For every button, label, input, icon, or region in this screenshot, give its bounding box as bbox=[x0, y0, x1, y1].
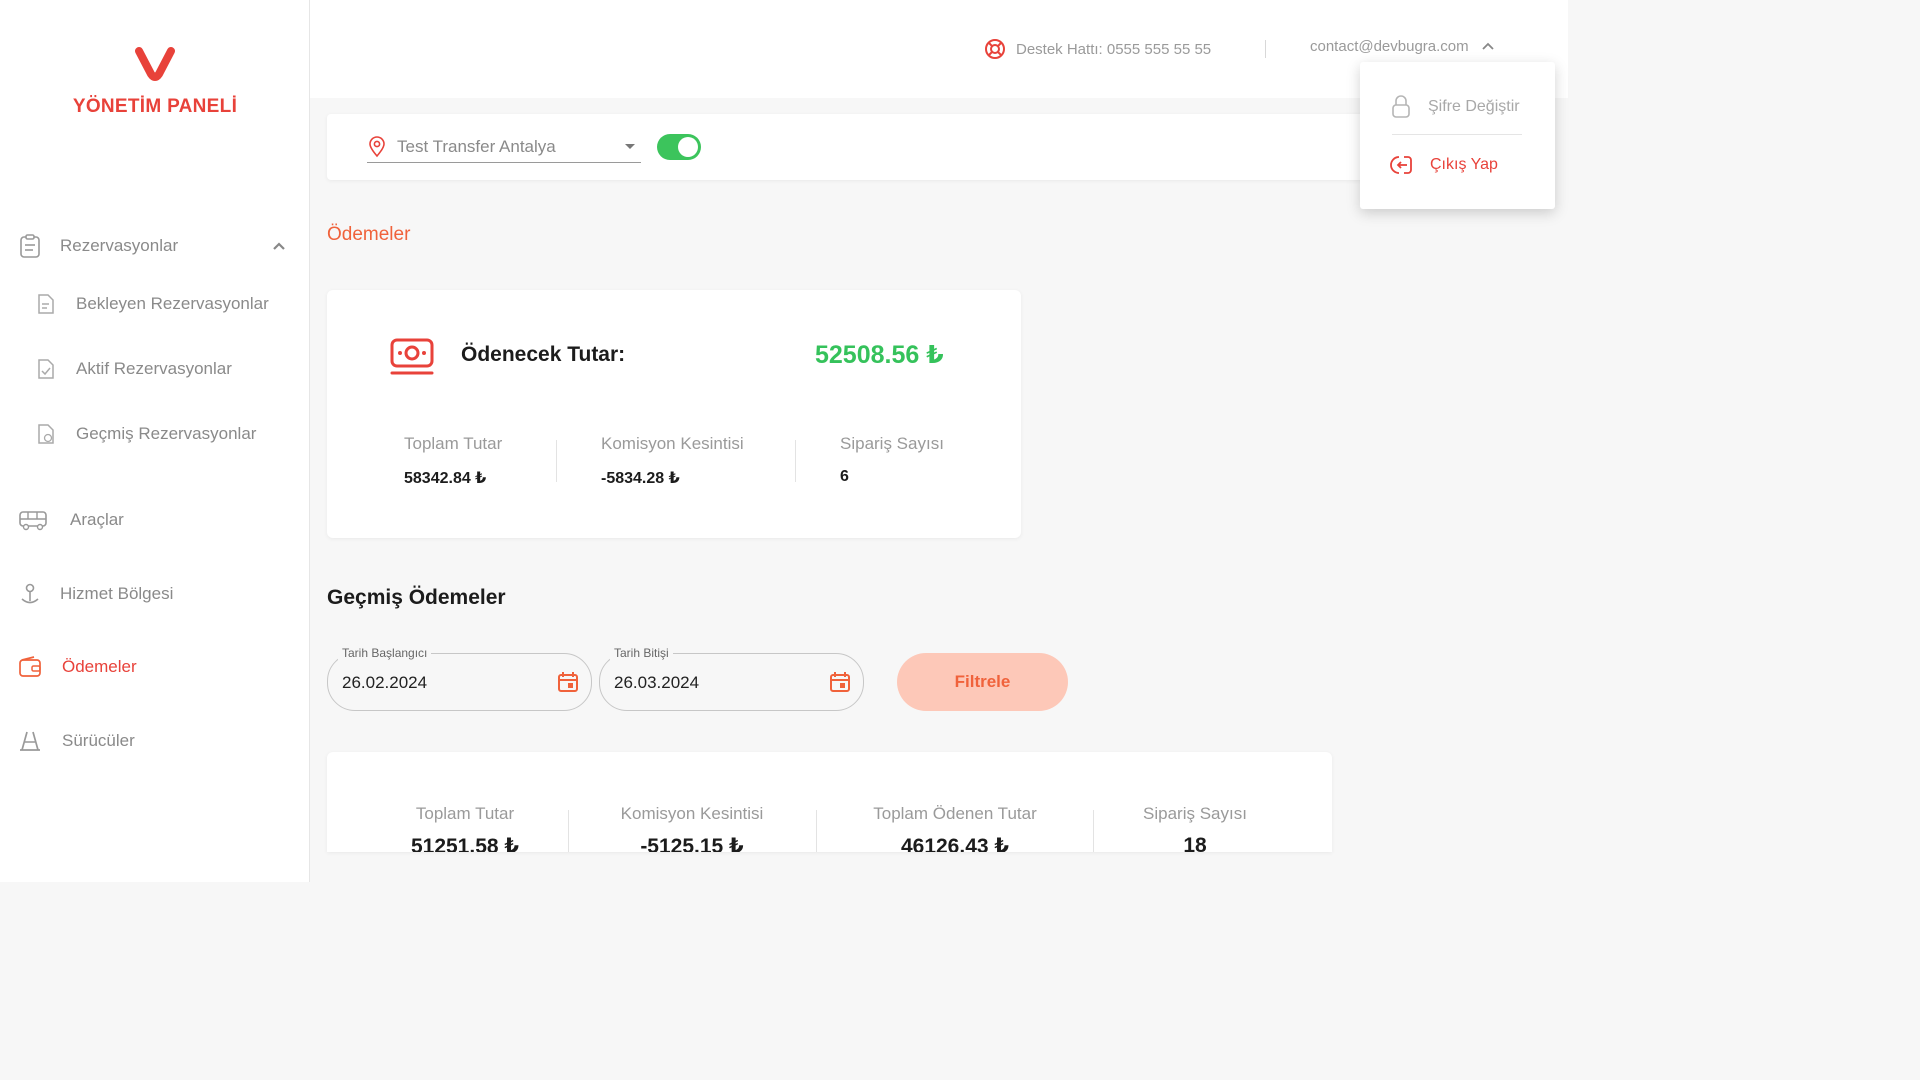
sidebar-item-label: Bekleyen Rezervasyonlar bbox=[76, 294, 269, 313]
amount-due-label: Ödenecek Tutar: bbox=[461, 343, 626, 366]
sidebar-item-pending[interactable]: Bekleyen Rezervasyonlar bbox=[34, 292, 269, 316]
road-icon bbox=[18, 729, 42, 753]
account-dropdown: Şifre Değiştir Çıkış Yap bbox=[1360, 62, 1555, 209]
location-select[interactable]: Test Transfer Antalya bbox=[367, 132, 641, 163]
sidebar-item-past[interactable]: Geçmiş Rezervasyonlar bbox=[34, 422, 256, 446]
end-date-field[interactable]: Tarih Bitişi 26.03.2024 bbox=[599, 646, 864, 711]
start-date-value: 26.02.2024 bbox=[342, 673, 428, 692]
document-check-icon bbox=[34, 357, 58, 381]
sidebar-item-drivers[interactable]: Sürücüler bbox=[18, 729, 135, 753]
stat-value: 58342.84 ₺ bbox=[404, 470, 487, 487]
stat-label: Toplam Tutar bbox=[404, 434, 503, 453]
sidebar-item-payments[interactable]: Ödemeler bbox=[18, 655, 137, 679]
start-date-label: Tarih Başlangıcı bbox=[338, 646, 432, 660]
toggle-knob bbox=[678, 137, 698, 157]
calendar-icon[interactable] bbox=[829, 671, 851, 693]
stat-label: Sipariş Sayısı bbox=[840, 434, 944, 453]
stat-value: 46126.43 ₺ bbox=[900, 835, 1010, 852]
stat-divider bbox=[795, 440, 796, 482]
account-email: contact@devbugra.com bbox=[1310, 38, 1469, 55]
brand-title: YÖNETİM PANELİ bbox=[72, 96, 238, 117]
change-password-label: Şifre Değiştir bbox=[1428, 98, 1520, 115]
sidebar-item-label: Rezervasyonlar bbox=[60, 236, 179, 255]
end-date-label: Tarih Bitişi bbox=[610, 646, 673, 660]
location-pin-icon bbox=[369, 136, 385, 158]
sidebar-item-vehicles[interactable]: Araçlar bbox=[18, 508, 124, 532]
history-total-stat: Toplam Tutar 51251.58 ₺ bbox=[345, 804, 585, 852]
commission-stat: Komisyon Kesintisi -5834.28 ₺ bbox=[601, 434, 744, 488]
current-payment-card: Ödenecek Tutar: 52508.56 ₺ Toplam Tutar … bbox=[327, 290, 1021, 538]
order-count-stat: Sipariş Sayısı 6 bbox=[840, 434, 944, 486]
stat-divider bbox=[556, 440, 557, 482]
map-pin-icon bbox=[18, 582, 42, 606]
history-commission-stat: Komisyon Kesintisi -5125.15 ₺ bbox=[572, 804, 812, 852]
lock-icon bbox=[1392, 95, 1410, 118]
amount-due-value: 52508.56 ₺ bbox=[815, 341, 944, 369]
lifebuoy-icon bbox=[985, 39, 1005, 59]
change-password-item[interactable]: Şifre Değiştir bbox=[1390, 95, 1520, 119]
location-filter-bar: Test Transfer Antalya bbox=[327, 114, 1427, 180]
location-toggle[interactable] bbox=[657, 134, 701, 160]
support-line: Destek Hattı: 0555 555 55 55 bbox=[984, 38, 1211, 60]
sidebar-item-label: Geçmiş Rezervasyonlar bbox=[76, 424, 257, 443]
filter-button[interactable]: Filtrele bbox=[897, 653, 1068, 711]
sidebar-item-service-area[interactable]: Hizmet Bölgesi bbox=[18, 582, 173, 606]
end-date-value: 26.03.2024 bbox=[614, 673, 700, 692]
location-select-value: Test Transfer Antalya bbox=[397, 137, 556, 156]
sidebar-item-label: Araçlar bbox=[70, 510, 124, 529]
start-date-field[interactable]: Tarih Başlangıcı 26.02.2024 bbox=[327, 646, 592, 711]
chevron-up-icon[interactable] bbox=[270, 238, 288, 256]
logout-item[interactable]: Çıkış Yap bbox=[1390, 153, 1498, 177]
payments-section-title: Ödemeler bbox=[327, 224, 411, 245]
money-icon bbox=[390, 338, 434, 375]
wallet-icon bbox=[18, 655, 42, 679]
stat-value: 18 bbox=[1183, 834, 1207, 852]
sidebar-item-label: Ödemeler bbox=[62, 657, 137, 676]
header-divider bbox=[1265, 40, 1266, 58]
stat-value: -5834.28 ₺ bbox=[601, 470, 680, 487]
stat-label: Komisyon Kesintisi bbox=[601, 434, 744, 453]
stat-divider bbox=[568, 810, 569, 852]
sidebar: YÖNETİM PANELİ Rezervasyonlar Bekleyen R… bbox=[0, 0, 310, 882]
sidebar-item-label: Sürücüler bbox=[62, 731, 135, 750]
sidebar-item-active[interactable]: Aktif Rezervasyonlar bbox=[34, 357, 232, 381]
logo-icon bbox=[135, 47, 175, 81]
logout-icon bbox=[1390, 156, 1412, 174]
document-icon bbox=[34, 292, 58, 316]
total-amount-stat: Toplam Tutar 58342.84 ₺ bbox=[404, 434, 502, 488]
support-text: Destek Hattı: 0555 555 55 55 bbox=[1016, 40, 1212, 58]
sidebar-item-label: Hizmet Bölgesi bbox=[60, 584, 174, 603]
calendar-icon[interactable] bbox=[557, 671, 579, 693]
document-history-icon bbox=[34, 422, 58, 446]
history-order-count-stat: Sipariş Sayısı 18 bbox=[1075, 804, 1315, 852]
history-paid-stat: Toplam Ödenen Tutar 46126.43 ₺ bbox=[835, 804, 1075, 852]
stat-value: 51251.58 ₺ bbox=[410, 835, 520, 852]
stat-value: 6 bbox=[840, 468, 849, 485]
chevron-up-icon bbox=[1482, 42, 1494, 50]
stat-label: Sipariş Sayısı bbox=[1143, 804, 1247, 823]
caret-down-icon bbox=[625, 144, 635, 149]
stat-label: Toplam Ödenen Tutar bbox=[873, 804, 1037, 823]
stat-label: Toplam Tutar bbox=[415, 804, 515, 823]
logout-label: Çıkış Yap bbox=[1430, 156, 1498, 173]
stat-divider bbox=[816, 810, 817, 852]
payment-history-title: Geçmiş Ödemeler bbox=[327, 586, 506, 609]
sidebar-item-label: Aktif Rezervasyonlar bbox=[76, 359, 232, 378]
bus-icon bbox=[18, 508, 48, 532]
stat-label: Komisyon Kesintisi bbox=[620, 804, 764, 823]
dropdown-divider bbox=[1392, 134, 1522, 135]
stat-value: -5125.15 ₺ bbox=[640, 835, 744, 852]
history-summary-card: Toplam Tutar 51251.58 ₺ Komisyon Kesinti… bbox=[327, 752, 1332, 852]
clipboard-icon bbox=[18, 234, 42, 258]
account-menu-toggle[interactable]: contact@devbugra.com bbox=[1310, 38, 1495, 55]
sidebar-item-reservations[interactable]: Rezervasyonlar bbox=[18, 234, 178, 258]
